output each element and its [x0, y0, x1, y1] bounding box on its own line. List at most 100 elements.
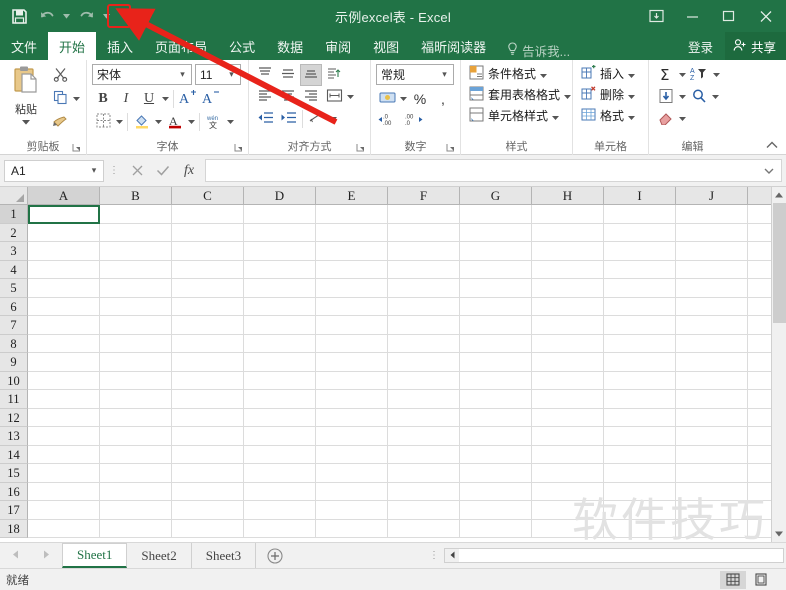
cell-C2[interactable] [172, 223, 244, 242]
cell-H12[interactable] [532, 408, 604, 427]
tab-home[interactable]: 开始 [48, 32, 97, 60]
cell-D3[interactable] [244, 242, 316, 261]
name-box[interactable]: A1 ▾ [4, 159, 104, 182]
cell-C6[interactable] [172, 297, 244, 316]
row-header-10[interactable]: 10 [0, 371, 28, 390]
cell-A14[interactable] [28, 445, 100, 464]
increase-indent-button[interactable] [277, 108, 299, 130]
merge-dropdown-caret-icon[interactable] [329, 117, 338, 121]
cell-I3[interactable] [604, 242, 676, 261]
cell-B2[interactable] [100, 223, 172, 242]
cell-E8[interactable] [316, 334, 388, 353]
column-header-J[interactable]: J [676, 187, 748, 205]
cell-G18[interactable] [460, 519, 532, 538]
cell-A2[interactable] [28, 223, 100, 242]
cell-A3[interactable] [28, 242, 100, 261]
font-color-dropdown-caret-icon[interactable] [187, 120, 196, 124]
cell-F17[interactable] [388, 501, 460, 520]
cell-G7[interactable] [460, 316, 532, 335]
cell-A15[interactable] [28, 464, 100, 483]
cell-I4[interactable] [604, 260, 676, 279]
underline-button[interactable]: U [138, 88, 160, 110]
decrease-indent-button[interactable] [254, 108, 276, 130]
cell-B15[interactable] [100, 464, 172, 483]
cell-D9[interactable] [244, 353, 316, 372]
sheet-tab-sheet2[interactable]: Sheet2 [127, 543, 192, 568]
column-header-B[interactable]: B [100, 187, 172, 205]
cell-G16[interactable] [460, 482, 532, 501]
cell-E6[interactable] [316, 297, 388, 316]
cell-F13[interactable] [388, 427, 460, 446]
cell-I1[interactable] [604, 205, 676, 224]
cell-G6[interactable] [460, 297, 532, 316]
cell-F4[interactable] [388, 260, 460, 279]
cell-B16[interactable] [100, 482, 172, 501]
cell-I6[interactable] [604, 297, 676, 316]
increase-font-size-button[interactable]: A [177, 88, 199, 110]
cell-D11[interactable] [244, 390, 316, 409]
paste-dropdown-caret-icon[interactable] [22, 116, 30, 128]
cell-B13[interactable] [100, 427, 172, 446]
cell-D10[interactable] [244, 371, 316, 390]
row-header-15[interactable]: 15 [0, 464, 28, 483]
tab-foxit-reader[interactable]: 福昕阅读器 [410, 32, 497, 60]
sort-and-filter-button[interactable]: AZ [688, 64, 711, 86]
cell-A11[interactable] [28, 390, 100, 409]
column-header-C[interactable]: C [172, 187, 244, 205]
cell-J17[interactable] [676, 501, 748, 520]
align-right-button[interactable] [300, 86, 322, 108]
decrease-decimal-button[interactable]: .00.0 [401, 110, 425, 132]
cell-E9[interactable] [316, 353, 388, 372]
cell-G14[interactable] [460, 445, 532, 464]
horizontal-scroll-thumb[interactable] [459, 549, 783, 562]
spreadsheet-grid[interactable]: ABCDEFGHIJ 1 2 3 4 5 6 7 8 9 10 11 12 13 14 15 16 17 18 [0, 187, 786, 542]
sheet-tab-sheet1[interactable]: Sheet1 [62, 543, 128, 568]
fill-dropdown-caret-icon[interactable] [678, 95, 687, 99]
cell-C10[interactable] [172, 371, 244, 390]
cell-B3[interactable] [100, 242, 172, 261]
scroll-left-arrow-icon[interactable] [445, 551, 459, 561]
font-name-combo[interactable]: 宋体 ▾ [92, 64, 192, 85]
cell-E17[interactable] [316, 501, 388, 520]
tab-file[interactable]: 文件 [0, 32, 48, 60]
row-header-7[interactable]: 7 [0, 316, 28, 335]
cell-F8[interactable] [388, 334, 460, 353]
column-header-A[interactable]: A [28, 187, 100, 205]
decrease-font-size-button[interactable]: A [200, 88, 222, 110]
enter-check-icon[interactable] [150, 160, 176, 182]
paste-button[interactable]: 粘贴 [5, 63, 47, 128]
cell-I7[interactable] [604, 316, 676, 335]
scroll-up-arrow-icon[interactable] [771, 187, 786, 203]
cell-H16[interactable] [532, 482, 604, 501]
cell-I18[interactable] [604, 519, 676, 538]
tab-insert[interactable]: 插入 [96, 32, 144, 60]
cell-I10[interactable] [604, 371, 676, 390]
cell-I5[interactable] [604, 279, 676, 298]
horizontal-scrollbar[interactable] [444, 548, 784, 563]
font-size-caret-icon[interactable]: ▾ [225, 69, 238, 80]
cell-I13[interactable] [604, 427, 676, 446]
share-button[interactable]: 共享 [724, 32, 786, 60]
text-orientation-button[interactable] [323, 64, 345, 86]
cell-A4[interactable] [28, 260, 100, 279]
cell-H15[interactable] [532, 464, 604, 483]
cell-H11[interactable] [532, 390, 604, 409]
cell-D18[interactable] [244, 519, 316, 538]
sort-filter-dropdown-caret-icon[interactable] [712, 73, 721, 77]
cell-E3[interactable] [316, 242, 388, 261]
delete-cells-caret-icon[interactable] [628, 88, 636, 102]
column-header-G[interactable]: G [460, 187, 532, 205]
column-header-I[interactable]: I [604, 187, 676, 205]
row-header-4[interactable]: 4 [0, 260, 28, 279]
conditional-formatting-button[interactable]: 条件格式 [467, 63, 549, 84]
cell-D8[interactable] [244, 334, 316, 353]
previous-sheet-arrow-icon[interactable] [5, 550, 27, 562]
active-cell-selection[interactable] [28, 205, 100, 224]
find-dropdown-caret-icon[interactable] [711, 95, 720, 99]
next-sheet-arrow-icon[interactable] [36, 550, 58, 562]
cell-B17[interactable] [100, 501, 172, 520]
cell-J16[interactable] [676, 482, 748, 501]
page-layout-view-icon[interactable] [748, 571, 774, 589]
cell-D12[interactable] [244, 408, 316, 427]
phonetic-guide-button[interactable]: wén 文 [203, 111, 225, 133]
